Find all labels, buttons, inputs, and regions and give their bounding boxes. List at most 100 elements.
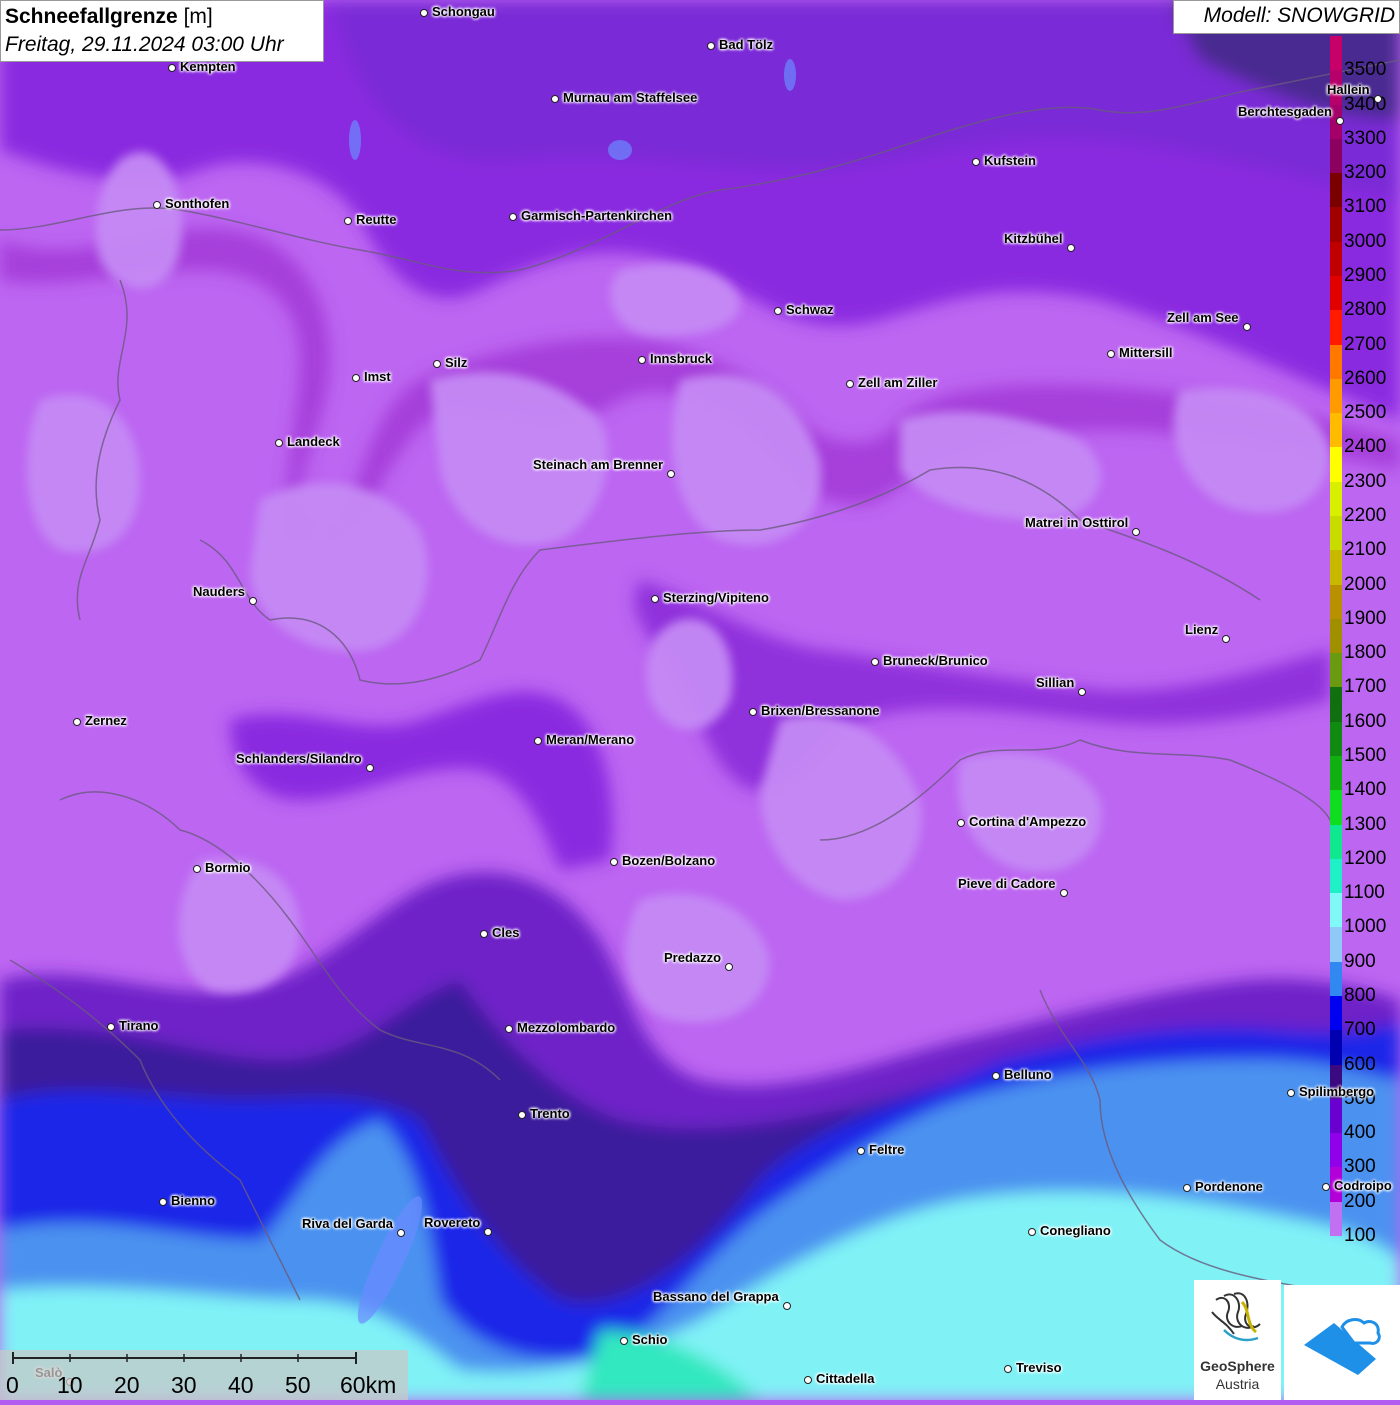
city-marker[interactable] <box>638 356 646 364</box>
legend-swatch <box>1330 447 1342 483</box>
legend-swatch <box>1330 378 1342 414</box>
legend-swatch <box>1330 893 1342 928</box>
city-label: Mittersill <box>1119 345 1173 360</box>
variable-unit: [m] <box>183 5 213 28</box>
scale-tick-label: 40 <box>228 1372 254 1398</box>
city-marker[interactable] <box>484 1228 492 1236</box>
city-marker[interactable] <box>518 1111 526 1119</box>
legend-swatch <box>1330 1030 1342 1065</box>
scale-tick-label: 50 <box>285 1372 311 1398</box>
city-marker[interactable] <box>480 930 488 938</box>
snowgrid-logo[interactable] <box>1284 1285 1400 1400</box>
city-marker[interactable] <box>107 1023 115 1031</box>
city-marker[interactable] <box>1132 528 1140 536</box>
city-label: Pieve di Cadore <box>958 876 1056 891</box>
legend-swatch <box>1330 481 1342 517</box>
city-marker[interactable] <box>1374 95 1382 103</box>
legend-swatch <box>1330 1201 1342 1237</box>
city-marker[interactable] <box>1243 323 1251 331</box>
legend-entry: 900 <box>1328 927 1400 972</box>
map-datetime: Freitag, 29.11.2024 03:00 Uhr <box>5 33 284 56</box>
city-marker[interactable] <box>366 764 374 772</box>
city-label: Trento <box>530 1106 570 1121</box>
city-label: Innsbruck <box>650 351 713 366</box>
city-marker[interactable] <box>509 213 517 221</box>
city-marker[interactable] <box>1067 244 1075 252</box>
city-marker[interactable] <box>1078 688 1086 696</box>
city-marker[interactable] <box>667 470 675 478</box>
legend-entry: 1300 <box>1328 790 1400 835</box>
city-label: Sillian <box>1036 675 1075 690</box>
city-marker[interactable] <box>275 439 283 447</box>
city-marker[interactable] <box>774 307 782 315</box>
city-marker[interactable] <box>972 158 980 166</box>
city-marker[interactable] <box>344 217 352 225</box>
city-marker[interactable] <box>249 597 257 605</box>
city-marker[interactable] <box>992 1072 1000 1080</box>
city-marker[interactable] <box>725 963 733 971</box>
geosphere-logo[interactable]: GeoSphere Austria <box>1194 1280 1281 1400</box>
city-marker[interactable] <box>1183 1184 1191 1192</box>
city-marker[interactable] <box>749 708 757 716</box>
legend-swatch <box>1330 413 1342 448</box>
legend-entry: 800 <box>1328 961 1400 1006</box>
city-marker[interactable] <box>505 1025 513 1033</box>
legend-entry: 400 <box>1328 1098 1400 1143</box>
legend-swatch <box>1330 824 1342 860</box>
legend-entry: 1200 <box>1328 824 1400 869</box>
geosphere-logo-icon <box>1211 1292 1261 1342</box>
city-marker[interactable] <box>957 819 965 827</box>
city-label: Spilimbergo <box>1299 1084 1375 1099</box>
city-marker[interactable] <box>707 42 715 50</box>
legend-entry: 2600 <box>1328 344 1400 389</box>
city-label: Murnau am Staffelsee <box>563 90 698 105</box>
city-marker[interactable] <box>433 360 441 368</box>
city-marker[interactable] <box>193 865 201 873</box>
scale-tick-label: 20 <box>114 1372 140 1398</box>
city-marker[interactable] <box>871 658 879 666</box>
city-label: Reutte <box>356 212 397 227</box>
city-marker[interactable] <box>1287 1089 1295 1097</box>
city-label: Nauders <box>193 584 246 599</box>
legend-entry: 1500 <box>1328 721 1400 766</box>
legend-label: 100 <box>1344 1224 1376 1246</box>
city-label: Rovereto <box>424 1215 481 1230</box>
city-marker[interactable] <box>534 737 542 745</box>
city-label: Cortina d'Ampezzo <box>969 814 1087 829</box>
city-marker[interactable] <box>1060 889 1068 897</box>
city-marker[interactable] <box>783 1302 791 1310</box>
city-label: Feltre <box>869 1142 905 1157</box>
scale-bar: 0 10 20 30 40 50 60km <box>0 1350 408 1400</box>
city-label: Zell am Ziller <box>858 375 938 390</box>
city-marker[interactable] <box>1336 117 1344 125</box>
city-marker[interactable] <box>420 9 428 17</box>
city-marker[interactable] <box>1107 350 1115 358</box>
city-marker[interactable] <box>1028 1228 1036 1236</box>
legend-entry: 2700 <box>1328 310 1400 355</box>
city-marker[interactable] <box>610 858 618 866</box>
city-marker[interactable] <box>397 1229 405 1237</box>
city-marker[interactable] <box>73 718 81 726</box>
city-marker[interactable] <box>1222 635 1230 643</box>
legend-entry: 3100 <box>1328 173 1400 217</box>
city-label: Treviso <box>1016 1360 1062 1375</box>
city-label: Sonthofen <box>165 196 230 211</box>
city-marker[interactable] <box>620 1337 628 1345</box>
variable-name: Schneefallgrenze <box>5 5 178 28</box>
legend-swatch <box>1330 618 1342 654</box>
city-marker[interactable] <box>804 1376 812 1384</box>
city-marker[interactable] <box>168 64 176 72</box>
city-marker[interactable] <box>159 1198 167 1206</box>
city-label: Brixen/Bressanone <box>761 703 880 718</box>
legend-swatch <box>1330 207 1342 243</box>
city-marker[interactable] <box>857 1147 865 1155</box>
city-marker[interactable] <box>153 201 161 209</box>
scale-tick-label: 0 <box>6 1372 19 1398</box>
city-marker[interactable] <box>1004 1365 1012 1373</box>
city-marker[interactable] <box>846 380 854 388</box>
city-marker[interactable] <box>651 595 659 603</box>
city-marker[interactable] <box>551 95 559 103</box>
city-marker[interactable] <box>1322 1183 1330 1191</box>
city-marker[interactable] <box>352 374 360 382</box>
city-label: Steinach am Brenner <box>533 457 664 472</box>
